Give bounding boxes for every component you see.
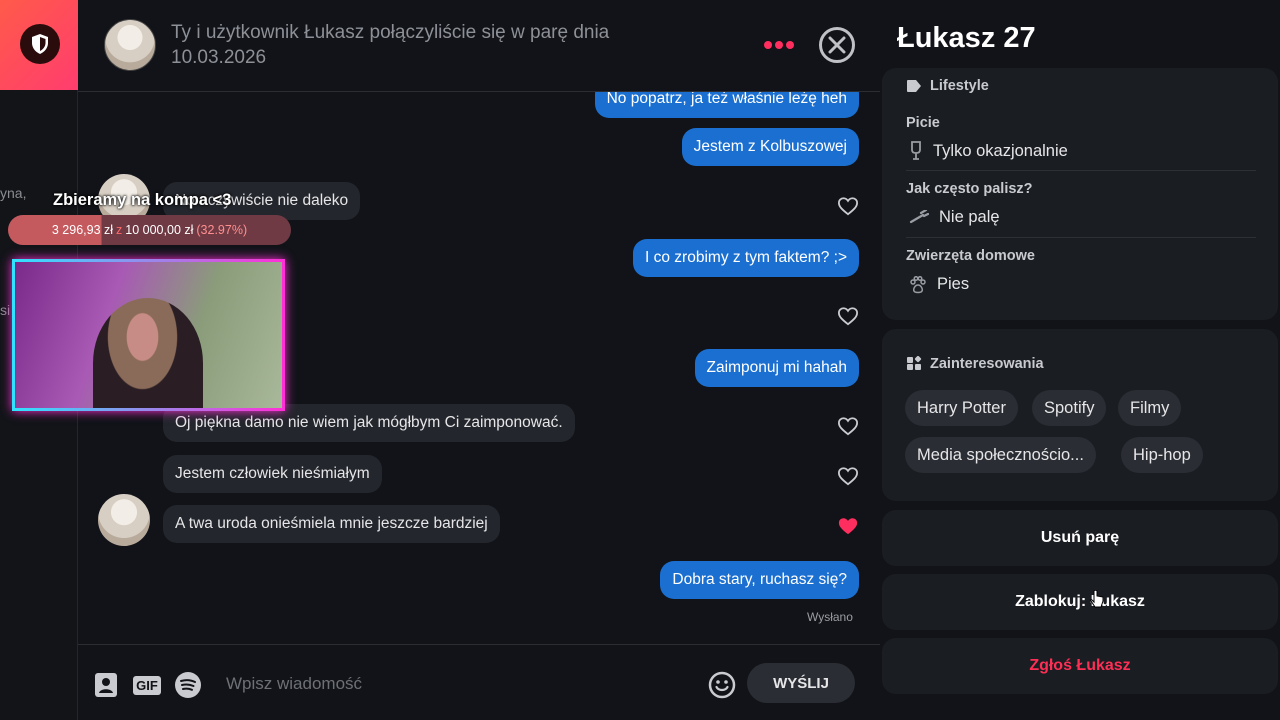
interests-header: Zainteresowania	[906, 356, 1044, 372]
interest-chip[interactable]: Harry Potter	[905, 390, 1018, 426]
interest-chip[interactable]: Media społecznościo...	[905, 437, 1096, 473]
message-composer: GIF WYŚLIJ	[78, 644, 880, 720]
message-outgoing: Zaimponuj mi hahah	[694, 349, 859, 387]
lifestyle-title: Lifestyle	[930, 78, 989, 94]
chat-header: Ty i użytkownik Łukasz połączyliście się…	[78, 0, 880, 92]
heart-outline-icon[interactable]	[837, 306, 859, 326]
emoji-icon	[708, 671, 736, 699]
profile-panel: Łukasz 27 Lifestyle Picie Tylko okazjona…	[880, 0, 1280, 720]
report-user-button[interactable]: Zgłoś Łukasz	[882, 638, 1278, 694]
smoking-value: Nie palę	[909, 208, 1000, 227]
interests-card: Zainteresowania Harry Potter Spotify Fil…	[882, 329, 1278, 501]
dot-icon	[775, 41, 783, 49]
donation-progress-bar: 3 296,93 zł z 10 000,00 zł (32.97%)	[8, 215, 291, 245]
app-root: yna, si Ty i użytkownik Łukasz połączyli…	[0, 0, 1280, 720]
remove-match-button[interactable]: Usuń parę	[882, 510, 1278, 566]
interest-chip[interactable]: Filmy	[1118, 390, 1182, 426]
message-outgoing: No popatrz, ja też właśnie leżę heh	[594, 92, 859, 118]
lifestyle-header: Lifestyle	[906, 78, 989, 94]
drinking-label: Picie	[906, 115, 940, 131]
message-outgoing: Dobra stary, ruchasz się?	[660, 561, 859, 599]
close-icon	[828, 36, 846, 54]
gif-icon: GIF	[133, 675, 161, 695]
divider	[906, 237, 1256, 238]
pets-value-text: Pies	[937, 275, 970, 293]
heart-filled-icon[interactable]	[837, 516, 859, 536]
message-incoming: A twa uroda onieśmiela mnie jeszcze bard…	[163, 505, 500, 543]
lifestyle-card: Lifestyle Picie Tylko okazjonalnie Jak c…	[882, 68, 1278, 320]
send-button[interactable]: WYŚLIJ	[747, 663, 855, 703]
shield-button[interactable]	[20, 24, 60, 64]
block-user-button[interactable]: Zablokuj: Łukasz	[882, 574, 1278, 630]
spotify-icon	[175, 672, 201, 698]
emoji-button[interactable]	[708, 671, 736, 699]
pets-label: Zwierzęta domowe	[906, 248, 1035, 264]
cigarette-icon	[909, 209, 929, 223]
left-header-panel	[0, 0, 78, 90]
mouse-cursor-icon	[1090, 590, 1104, 608]
match-avatar[interactable]	[104, 19, 156, 71]
message-input[interactable]	[226, 665, 696, 703]
donation-raised: 3 296,93 zł	[51, 223, 114, 237]
message-outgoing: I co zrobimy z tym faktem? ;>	[633, 239, 859, 277]
glass-icon	[911, 141, 921, 160]
more-options-button[interactable]	[764, 32, 798, 58]
drinking-value: Tylko okazjonalnie	[909, 141, 1068, 161]
grid-icon	[907, 356, 922, 370]
heart-outline-icon[interactable]	[837, 196, 859, 216]
sender-avatar[interactable]	[98, 494, 150, 546]
paw-icon	[910, 275, 926, 293]
message-incoming: Jestem człowiek nieśmiałym	[163, 455, 382, 493]
dot-icon	[786, 41, 794, 49]
donation-goal: 10 000,00 zł	[125, 223, 194, 237]
interest-chip[interactable]: Hip-hop	[1121, 437, 1203, 473]
tag-icon	[907, 80, 921, 92]
interests-title: Zainteresowania	[930, 356, 1044, 372]
dot-icon	[764, 41, 772, 49]
profile-name: Łukasz 27	[897, 22, 1036, 54]
contact-card-icon	[95, 673, 117, 697]
gif-button[interactable]: GIF	[132, 671, 162, 699]
interest-chip[interactable]: Spotify	[1032, 390, 1107, 426]
shield-icon	[32, 34, 48, 54]
sent-status: Wysłano	[807, 610, 853, 624]
smoking-value-text: Nie palę	[939, 208, 1000, 226]
cropped-text-fragment: yna,	[0, 185, 27, 201]
heart-outline-icon[interactable]	[837, 466, 859, 486]
message-outgoing: Jestem z Kolbuszowej	[681, 128, 859, 166]
divider	[906, 170, 1256, 171]
donation-separator: z	[116, 223, 123, 237]
donation-percent: (32.97%)	[196, 223, 248, 237]
heart-outline-icon[interactable]	[837, 416, 859, 436]
spotify-button[interactable]	[174, 671, 202, 699]
drinking-value-text: Tylko okazjonalnie	[933, 141, 1068, 160]
donation-goal-title: Zbieramy na kompa <3	[53, 191, 232, 209]
match-info-text: Ty i użytkownik Łukasz połączyliście się…	[171, 22, 610, 68]
pets-value: Pies	[909, 275, 969, 294]
close-chat-button[interactable]	[819, 27, 855, 63]
cropped-text-fragment: si	[0, 302, 11, 318]
contact-card-button[interactable]	[92, 671, 120, 699]
smoking-label: Jak często palisz?	[906, 181, 1033, 197]
webcam-overlay	[12, 259, 285, 411]
